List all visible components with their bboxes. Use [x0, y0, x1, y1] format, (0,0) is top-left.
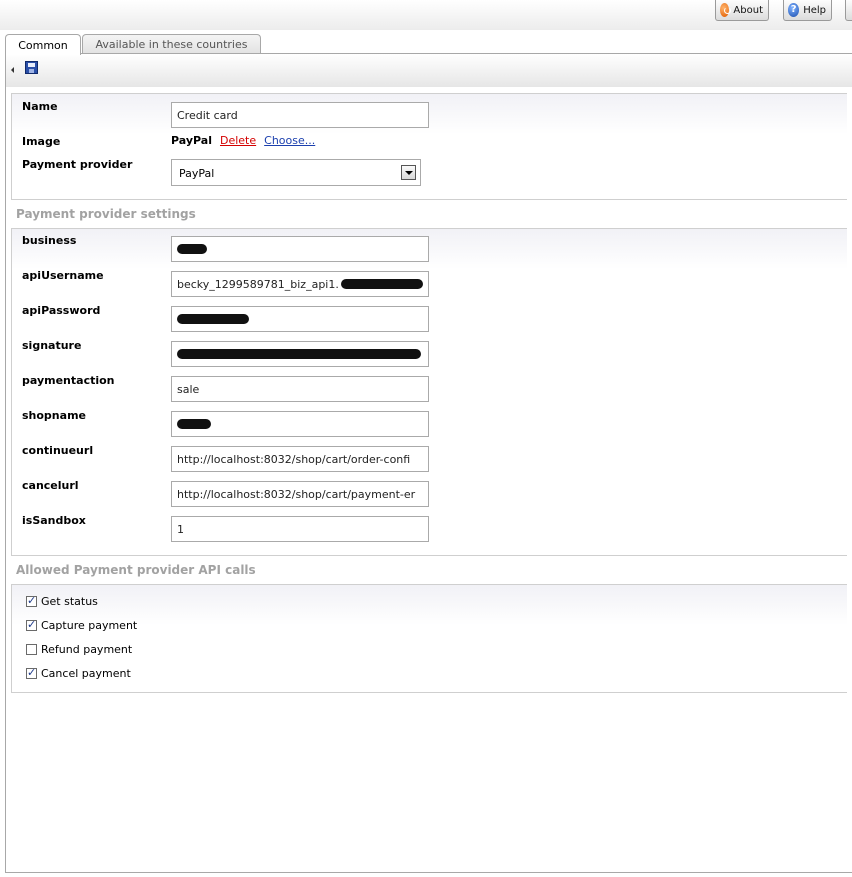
cancel-url-input[interactable] — [171, 481, 429, 507]
refund-payment-option[interactable]: Refund payment — [26, 643, 132, 656]
redaction-mark — [177, 244, 207, 254]
capture-payment-checkbox[interactable] — [26, 618, 37, 631]
get-status-checkbox[interactable] — [26, 594, 37, 607]
delete-image-link[interactable]: Delete — [220, 134, 256, 147]
toolbar — [5, 53, 852, 87]
shopname-input[interactable] — [171, 411, 429, 437]
cancel-payment-checkbox[interactable] — [26, 666, 37, 679]
image-value: PayPal — [171, 134, 212, 147]
about-button[interactable]: About — [715, 0, 769, 21]
business-label: business — [22, 234, 77, 247]
payment-provider-label: Payment provider — [22, 158, 133, 171]
payment-provider-value: PayPal — [179, 167, 215, 180]
signature-input[interactable] — [171, 341, 429, 367]
redaction-mark — [177, 419, 211, 429]
get-status-option[interactable]: Get status — [26, 594, 98, 608]
is-sandbox-label: isSandbox — [22, 514, 86, 527]
cancel-payment-label: Cancel payment — [41, 667, 131, 680]
api-calls-title: Allowed Payment provider API calls — [16, 563, 256, 577]
api-password-label: apiPassword — [22, 304, 101, 317]
api-password-input[interactable] — [171, 306, 429, 332]
help-label: Help — [803, 4, 826, 16]
business-input[interactable] — [171, 236, 429, 262]
tab-common-label: Common — [18, 38, 68, 52]
payment-provider-select[interactable]: PayPal — [171, 159, 421, 186]
tab-available-countries-label: Available in these countries — [95, 38, 248, 51]
choose-image-link[interactable]: Choose... — [264, 134, 315, 147]
cancel-payment-option[interactable]: Cancel payment — [26, 666, 131, 680]
redaction-mark — [177, 314, 249, 324]
shopname-label: shopname — [22, 409, 86, 422]
api-username-label: apiUsername — [22, 269, 104, 282]
about-icon — [720, 3, 732, 17]
api-calls-panel — [11, 584, 847, 693]
redaction-mark — [340, 279, 423, 289]
save-icon[interactable] — [25, 61, 38, 74]
signature-label: signature — [22, 339, 82, 352]
api-username-input[interactable]: becky_1299589781_biz_api1. — [171, 271, 429, 297]
collapse-arrow-icon[interactable] — [11, 67, 14, 73]
image-label: Image — [22, 135, 61, 148]
continue-url-label: continueurl — [22, 444, 94, 457]
payment-action-input[interactable] — [171, 376, 429, 402]
capture-payment-option[interactable]: Capture payment — [26, 618, 138, 632]
capture-payment-label: Capture payment — [41, 619, 138, 632]
general-panel — [11, 93, 847, 200]
top-bar: About ? Help — [0, 0, 852, 30]
get-status-label: Get status — [41, 595, 98, 608]
api-username-value: becky_1299589781_biz_api1. — [177, 277, 339, 291]
help-icon: ? — [788, 3, 800, 17]
is-sandbox-input[interactable] — [171, 516, 429, 542]
provider-settings-title: Payment provider settings — [16, 207, 196, 221]
refund-payment-label: Refund payment — [41, 643, 133, 656]
name-label: Name — [22, 100, 58, 113]
help-button[interactable]: ? Help — [783, 0, 832, 21]
provider-settings-panel — [11, 228, 847, 556]
tab-common[interactable]: Common — [5, 34, 81, 55]
refund-payment-checkbox[interactable] — [26, 644, 37, 655]
dropdown-arrow-icon[interactable] — [401, 165, 416, 180]
about-label: About — [733, 4, 763, 16]
redaction-mark — [177, 349, 421, 359]
continue-url-input[interactable] — [171, 446, 429, 472]
cancel-url-label: cancelurl — [22, 479, 79, 492]
more-button[interactable] — [845, 0, 852, 21]
tab-available-countries[interactable]: Available in these countries — [82, 34, 261, 54]
name-input[interactable] — [171, 102, 429, 128]
payment-action-label: paymentaction — [22, 374, 115, 387]
image-controls: PayPal Delete Choose... — [171, 134, 315, 147]
